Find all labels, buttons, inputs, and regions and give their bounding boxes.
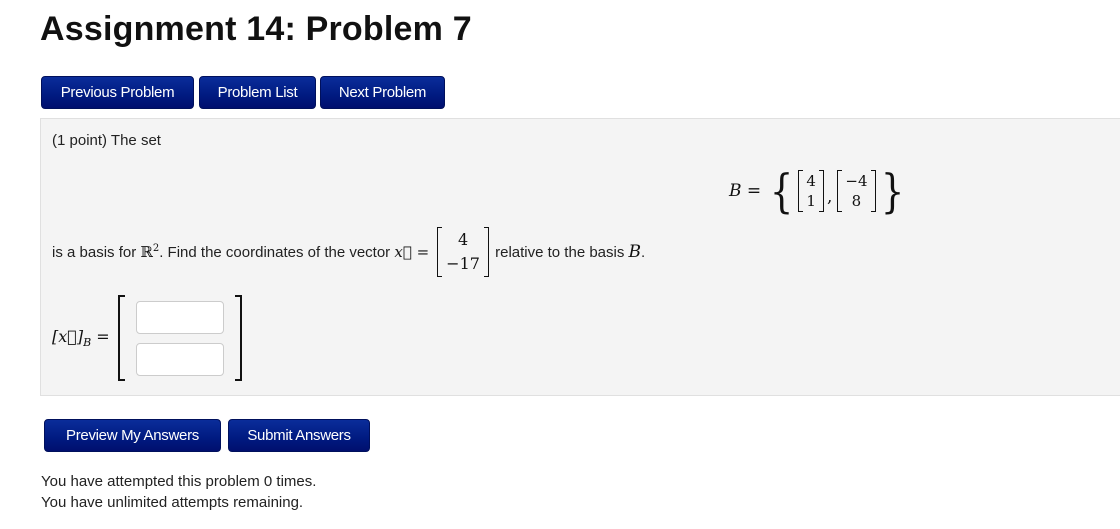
problem-panel: (1 point) The set B = { 4 1 , −4 8 } is … [40, 118, 1120, 396]
basis-set-equation: B = { 4 1 , −4 8 } [729, 161, 907, 221]
vector-x-label: x⃗ = [394, 243, 430, 261]
reals-symbol: ℝ2 [140, 243, 160, 261]
basis-vector-2: −4 8 [837, 170, 876, 212]
vector-entry: 1 [806, 192, 816, 210]
basis-vector-1: 4 1 [798, 170, 824, 212]
answer-vector: [x⃗]B = [52, 295, 242, 381]
vector-entry: 4 [457, 230, 469, 249]
answer-label: [x⃗]B = [52, 326, 110, 350]
answer-input-2[interactable] [135, 342, 224, 376]
statement-period: . [641, 243, 646, 261]
attempted-count-text: You have attempted this problem 0 times. [41, 473, 317, 490]
problem-intro: (1 point) The set [52, 132, 161, 149]
vector-entry: 8 [851, 192, 862, 210]
vector-x: 4 −17 [437, 227, 489, 277]
problem-list-button[interactable]: Problem List [199, 76, 316, 109]
answer-input-1[interactable] [135, 300, 224, 334]
previous-problem-button[interactable]: Previous Problem [41, 76, 194, 109]
vector-entry: −4 [845, 172, 868, 190]
next-problem-button[interactable]: Next Problem [320, 76, 445, 109]
left-bracket [117, 295, 125, 381]
set-label: B = [729, 181, 762, 201]
statement-text: is a basis for [52, 243, 141, 261]
right-brace: } [880, 164, 904, 218]
right-bracket [483, 227, 489, 277]
right-bracket [870, 170, 876, 212]
right-bracket [234, 295, 242, 381]
right-bracket [818, 170, 824, 212]
attempts-status: You have attempted this problem 0 times.… [41, 471, 316, 513]
left-brace: { [770, 164, 794, 218]
basis-name: B [628, 242, 642, 262]
problem-statement: is a basis for ℝ2 . Find the coordinates… [52, 227, 645, 277]
preview-answers-button[interactable]: Preview My Answers [44, 419, 221, 452]
statement-text: . Find the coordinates of the vector [159, 243, 395, 261]
submit-answers-button[interactable]: Submit Answers [228, 419, 370, 452]
comma: , [826, 187, 833, 207]
statement-text: relative to the basis [490, 243, 629, 261]
vector-entry: −17 [446, 254, 480, 273]
vector-entry: 4 [806, 172, 816, 190]
page-title: Assignment 14: Problem 7 [40, 10, 472, 48]
attempts-remaining-text: You have unlimited attempts remaining. [41, 494, 304, 511]
